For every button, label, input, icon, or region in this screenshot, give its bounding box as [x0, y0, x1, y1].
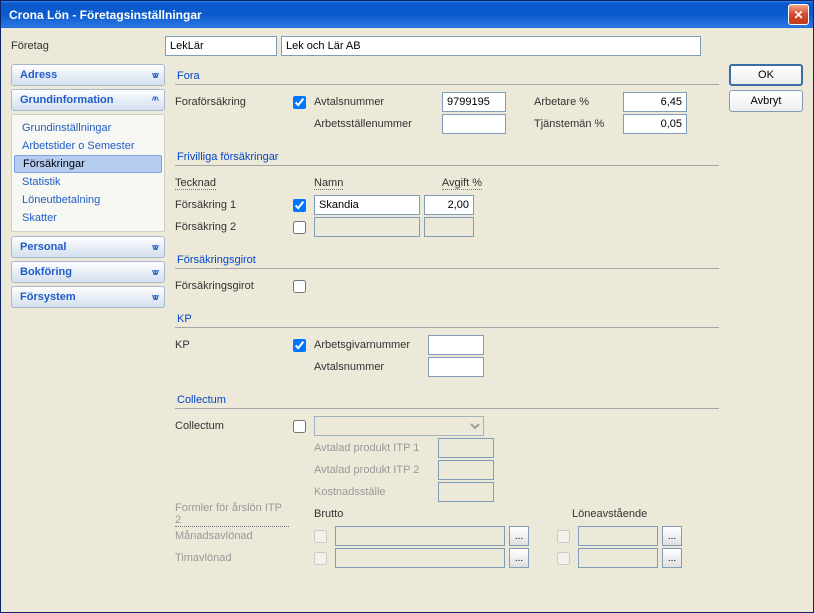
- collectum-label: Collectum: [175, 420, 289, 432]
- kostnadsstalle-label: Kostnadsställe: [314, 486, 434, 498]
- sidebar-item-loneutbetalning[interactable]: Löneutbetalning: [14, 191, 162, 209]
- manad-label: Månadsavlönad: [175, 530, 289, 542]
- col-namn: Namn: [314, 177, 343, 190]
- manad-loneavst-browse[interactable]: ...: [662, 526, 682, 546]
- col-avgift: Avgift %: [442, 177, 482, 190]
- sidebar-item-statistik[interactable]: Statistik: [14, 173, 162, 191]
- sidebar-section-title: Grundinformation: [20, 94, 114, 106]
- giro-checkbox[interactable]: [293, 280, 306, 293]
- forsakring1-namn-input[interactable]: [314, 195, 420, 215]
- tim-label: Timavlönad: [175, 552, 289, 564]
- fora-label: Foraförsäkring: [175, 96, 289, 108]
- collectum-dropdown: [314, 416, 484, 436]
- loneavst-label: Löneavstående: [572, 508, 647, 520]
- section-frivilliga-title: Frivilliga försäkringar: [175, 145, 719, 166]
- company-code-input[interactable]: [165, 36, 277, 56]
- brutto-label: Brutto: [314, 508, 534, 520]
- sidebar-section-title: Personal: [20, 241, 66, 253]
- manad-brutto-browse[interactable]: ...: [509, 526, 529, 546]
- sidebar-section-forsystem[interactable]: Försystem vv: [11, 286, 165, 308]
- kostnadsstalle-input: [438, 482, 494, 502]
- kp-checkbox[interactable]: [293, 339, 306, 352]
- formler-label: Formler för årslön ITP 2: [175, 502, 289, 527]
- kp-avtalsnr-label: Avtalsnummer: [314, 361, 424, 373]
- col-tecknad: Tecknad: [175, 177, 216, 190]
- avtalsnummer-label: Avtalsnummer: [314, 96, 438, 108]
- tjansteman-pct-input[interactable]: [623, 114, 687, 134]
- section-giro-title: Försäkringsgirot: [175, 248, 719, 269]
- arbetare-pct-input[interactable]: [623, 92, 687, 112]
- chevron-down-icon: vv: [152, 70, 156, 80]
- tim-brutto-browse[interactable]: ...: [509, 548, 529, 568]
- arbetare-pct-label: Arbetare %: [534, 96, 619, 108]
- company-row: Företag: [1, 28, 813, 64]
- tim-brutto-checkbox: [314, 552, 327, 565]
- fora-checkbox[interactable]: [293, 96, 306, 109]
- forsakring2-checkbox[interactable]: [293, 221, 306, 234]
- collectum-checkbox[interactable]: [293, 420, 306, 433]
- title-bar: Crona Lön - Företagsinställningar ✕: [1, 1, 813, 28]
- section-kp-title: KP: [175, 307, 719, 328]
- tjansteman-pct-label: Tjänstemän %: [534, 118, 619, 130]
- arbetsstalle-input[interactable]: [442, 114, 506, 134]
- manad-brutto-checkbox: [314, 530, 327, 543]
- ok-button[interactable]: OK: [729, 64, 803, 86]
- tim-loneavst-browse[interactable]: ...: [662, 548, 682, 568]
- sidebar-section-grundinformation[interactable]: Grundinformation ^^: [11, 89, 165, 111]
- kp-label: KP: [175, 339, 289, 351]
- button-column: OK Avbryt: [729, 64, 803, 602]
- cancel-button[interactable]: Avbryt: [729, 90, 803, 112]
- forsakring2-namn-input: [314, 217, 420, 237]
- chevron-down-icon: vv: [152, 242, 156, 252]
- sidebar-section-title: Adress: [20, 69, 57, 81]
- sidebar-section-title: Bokföring: [20, 266, 72, 278]
- itp1-label: Avtalad produkt ITP 1: [314, 442, 434, 454]
- sidebar-section-bokforing[interactable]: Bokföring vv: [11, 261, 165, 283]
- forsakring1-avgift-input[interactable]: [424, 195, 474, 215]
- manad-brutto-input: [335, 526, 505, 546]
- sidebar-section-adress[interactable]: Adress vv: [11, 64, 165, 86]
- tim-loneavst-checkbox: [557, 552, 570, 565]
- sidebar-item-skatter[interactable]: Skatter: [14, 209, 162, 227]
- manad-loneavst-checkbox: [557, 530, 570, 543]
- company-label: Företag: [11, 40, 161, 52]
- chevron-up-icon: ^^: [151, 95, 156, 105]
- forsakring2-label: Försäkring 2: [175, 221, 289, 233]
- manad-loneavst-input: [578, 526, 658, 546]
- sidebar-section-personal[interactable]: Personal vv: [11, 236, 165, 258]
- sidebar-section-title: Försystem: [20, 291, 76, 303]
- forsakring2-avgift-input: [424, 217, 474, 237]
- window-title: Crona Lön - Företagsinställningar: [9, 8, 788, 22]
- sidebar-item-arbetstider[interactable]: Arbetstider o Semester: [14, 137, 162, 155]
- sidebar-item-grundinstallningar[interactable]: Grundinställningar: [14, 119, 162, 137]
- tim-loneavst-input: [578, 548, 658, 568]
- sidebar-item-forsakringar[interactable]: Försäkringar: [14, 155, 162, 173]
- kp-arbetsgivarnr-label: Arbetsgivarnummer: [314, 339, 424, 351]
- close-button[interactable]: ✕: [788, 4, 809, 25]
- kp-avtalsnr-input[interactable]: [428, 357, 484, 377]
- giro-label: Försäkringsgirot: [175, 280, 289, 292]
- itp1-input: [438, 438, 494, 458]
- sidebar-body-grundinformation: Grundinställningar Arbetstider o Semeste…: [11, 114, 165, 232]
- section-collectum-title: Collectum: [175, 388, 719, 409]
- chevron-down-icon: vv: [152, 292, 156, 302]
- avtalsnummer-input[interactable]: [442, 92, 506, 112]
- kp-arbetsgivarnr-input[interactable]: [428, 335, 484, 355]
- tim-brutto-input: [335, 548, 505, 568]
- form-content: Fora Foraförsäkring Avtalsnummer Arbetar…: [175, 64, 719, 602]
- company-name-input[interactable]: [281, 36, 701, 56]
- sidebar: Adress vv Grundinformation ^^ Grundinstä…: [11, 64, 165, 602]
- chevron-down-icon: vv: [152, 267, 156, 277]
- itp2-label: Avtalad produkt ITP 2: [314, 464, 434, 476]
- forsakring1-checkbox[interactable]: [293, 199, 306, 212]
- forsakring1-label: Försäkring 1: [175, 199, 289, 211]
- section-fora-title: Fora: [175, 64, 719, 85]
- arbetsstalle-label: Arbetsställenummer: [314, 118, 438, 130]
- itp2-input: [438, 460, 494, 480]
